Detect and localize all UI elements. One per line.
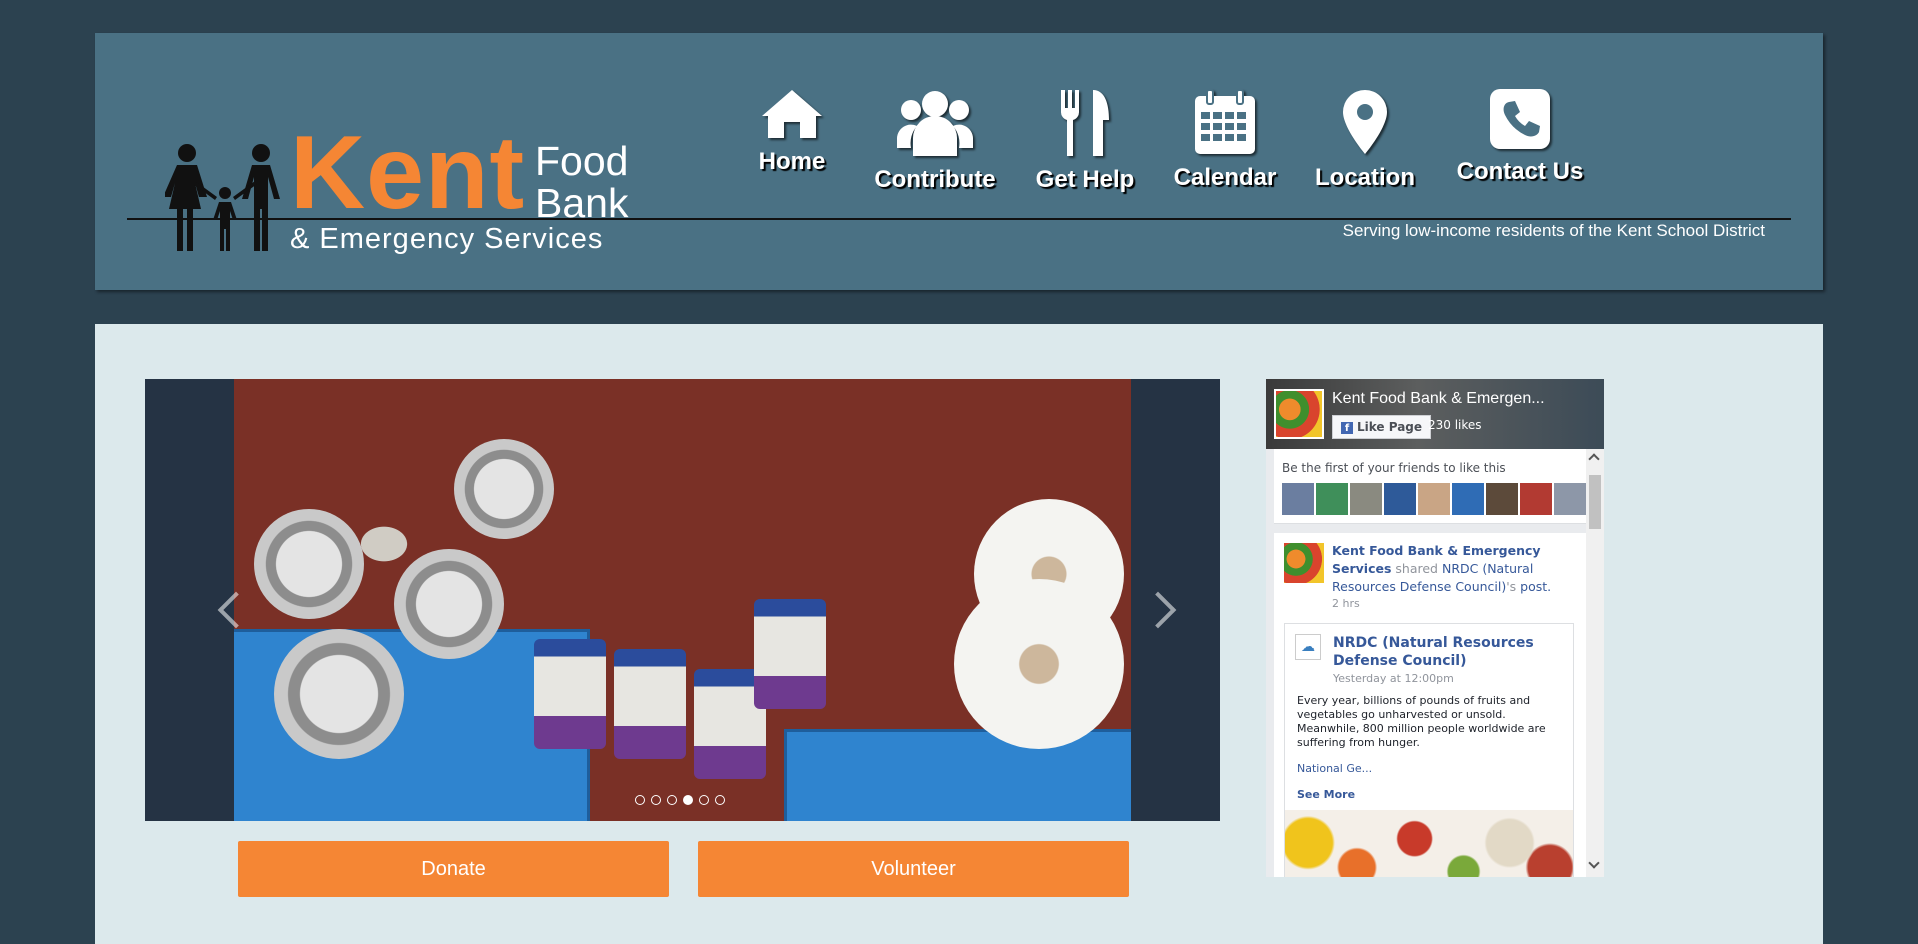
nav-home[interactable]: Home [737,88,847,238]
shared-post-body: Every year, billions of pounds of fruits… [1297,694,1546,749]
friends-like-text: Be the first of your friends to like thi… [1282,461,1506,475]
carousel-dot[interactable] [699,795,709,805]
like-button-label: Like Page [1357,420,1423,434]
post-possessive: 's [1506,579,1517,594]
map-pin-icon [1343,90,1387,154]
carousel-next-arrow[interactable] [1139,591,1177,629]
post-author-avatar[interactable] [1284,543,1324,583]
photo-jar [754,599,826,709]
avatar[interactable] [1316,483,1348,515]
image-carousel[interactable] [145,379,1220,821]
carousel-photo-food-donations [234,379,1131,821]
fork-knife-icon [1060,90,1109,156]
avatar[interactable] [1554,483,1586,515]
shared-post-card[interactable]: ☁ NRDC (Natural Resources Defense Counci… [1284,623,1574,877]
photo-jar [534,639,606,749]
volunteer-button[interactable]: Volunteer [698,841,1129,897]
nav-location[interactable]: Location [1305,88,1425,238]
nav-contribute[interactable]: Contribute [865,88,1005,238]
liker-avatars [1282,483,1586,515]
avatar[interactable] [1384,483,1416,515]
facebook-friends-box: Be the first of your friends to like thi… [1274,449,1586,524]
group-icon [897,91,973,156]
facebook-page-widget[interactable]: Kent Food Bank & Emergen... f Like Page 2… [1266,379,1604,877]
nav-location-label: Location [1315,164,1415,191]
site-header: Kent Food Bank & Emergency Services Home… [95,33,1823,290]
avatar[interactable] [1282,483,1314,515]
main-content: Donate Volunteer Kent Food Bank & Emerge… [95,324,1823,944]
photo-can [394,549,504,659]
family-icon [165,144,280,251]
carousel-indicators[interactable] [635,795,725,805]
post-timestamp[interactable]: 2 hrs [1332,597,1360,610]
shared-post-author[interactable]: NRDC (Natural Resources Defense Council) [1333,634,1553,670]
site-logo[interactable]: Kent Food Bank & Emergency Services [165,103,685,255]
carousel-dot[interactable] [635,795,645,805]
home-icon [762,90,822,138]
nav-home-label: Home [758,148,826,175]
nav-calendar-label: Calendar [1173,164,1277,191]
facebook-like-button[interactable]: f Like Page [1332,415,1432,439]
carousel-dot[interactable] [667,795,677,805]
logo-kent-text: Kent [290,115,526,231]
carousel-dot[interactable] [683,795,693,805]
nav-contribute-label: Contribute [874,166,996,193]
photo-can [454,439,554,539]
photo-jar [614,649,686,759]
scroll-up-arrow-icon[interactable] [1588,453,1600,465]
carousel-dot[interactable] [715,795,725,805]
nav-get-help[interactable]: Get Help [1025,88,1145,238]
shared-post-source-link[interactable]: National Ge... [1297,762,1372,775]
facebook-page-avatar[interactable] [1274,389,1324,439]
photo-can [274,629,404,759]
phone-icon [1490,89,1550,149]
header-divider [127,218,1791,220]
donate-button[interactable]: Donate [238,841,669,897]
nav-contact-us-label: Contact Us [1456,158,1584,185]
nav-contact-us[interactable]: Contact Us [1445,88,1595,238]
facebook-icon: f [1341,422,1353,434]
nrdc-logo-icon[interactable]: ☁ [1295,634,1321,660]
avatar[interactable] [1418,483,1450,515]
avatar[interactable] [1350,483,1382,515]
shared-post-timestamp[interactable]: Yesterday at 12:00pm [1333,672,1454,685]
photo-can [254,509,364,619]
scrollbar-thumb[interactable] [1589,475,1601,529]
see-more-link[interactable]: See More [1297,788,1355,801]
avatar[interactable] [1452,483,1484,515]
facebook-page-name[interactable]: Kent Food Bank & Emergen... [1332,390,1594,408]
facebook-cover: Kent Food Bank & Emergen... f Like Page 2… [1266,379,1604,449]
calendar-icon [1195,89,1255,154]
logo-food-text: Food [535,138,629,184]
avatar[interactable] [1486,483,1518,515]
avatar[interactable] [1520,483,1552,515]
shared-post-image-vegetables[interactable] [1285,810,1573,877]
facebook-like-count: 230 likes [1428,418,1482,432]
nav-get-help-label: Get Help [1035,166,1135,193]
post-header: Kent Food Bank & Emergency Services shar… [1332,542,1572,596]
logo-subtitle: & Emergency Services [290,223,604,255]
carousel-dot[interactable] [651,795,661,805]
scroll-down-arrow-icon[interactable] [1588,857,1600,869]
facebook-post: Kent Food Bank & Emergency Services shar… [1274,533,1586,877]
nav-calendar[interactable]: Calendar [1165,88,1285,238]
post-link[interactable]: post. [1520,579,1551,594]
post-action-text: shared [1395,561,1438,576]
facebook-scrollbar[interactable] [1586,449,1604,877]
photo-crate-right [784,729,1131,821]
site-tagline: Serving low-income residents of the Kent… [1342,221,1765,240]
photo-paper-towel [954,579,1124,749]
